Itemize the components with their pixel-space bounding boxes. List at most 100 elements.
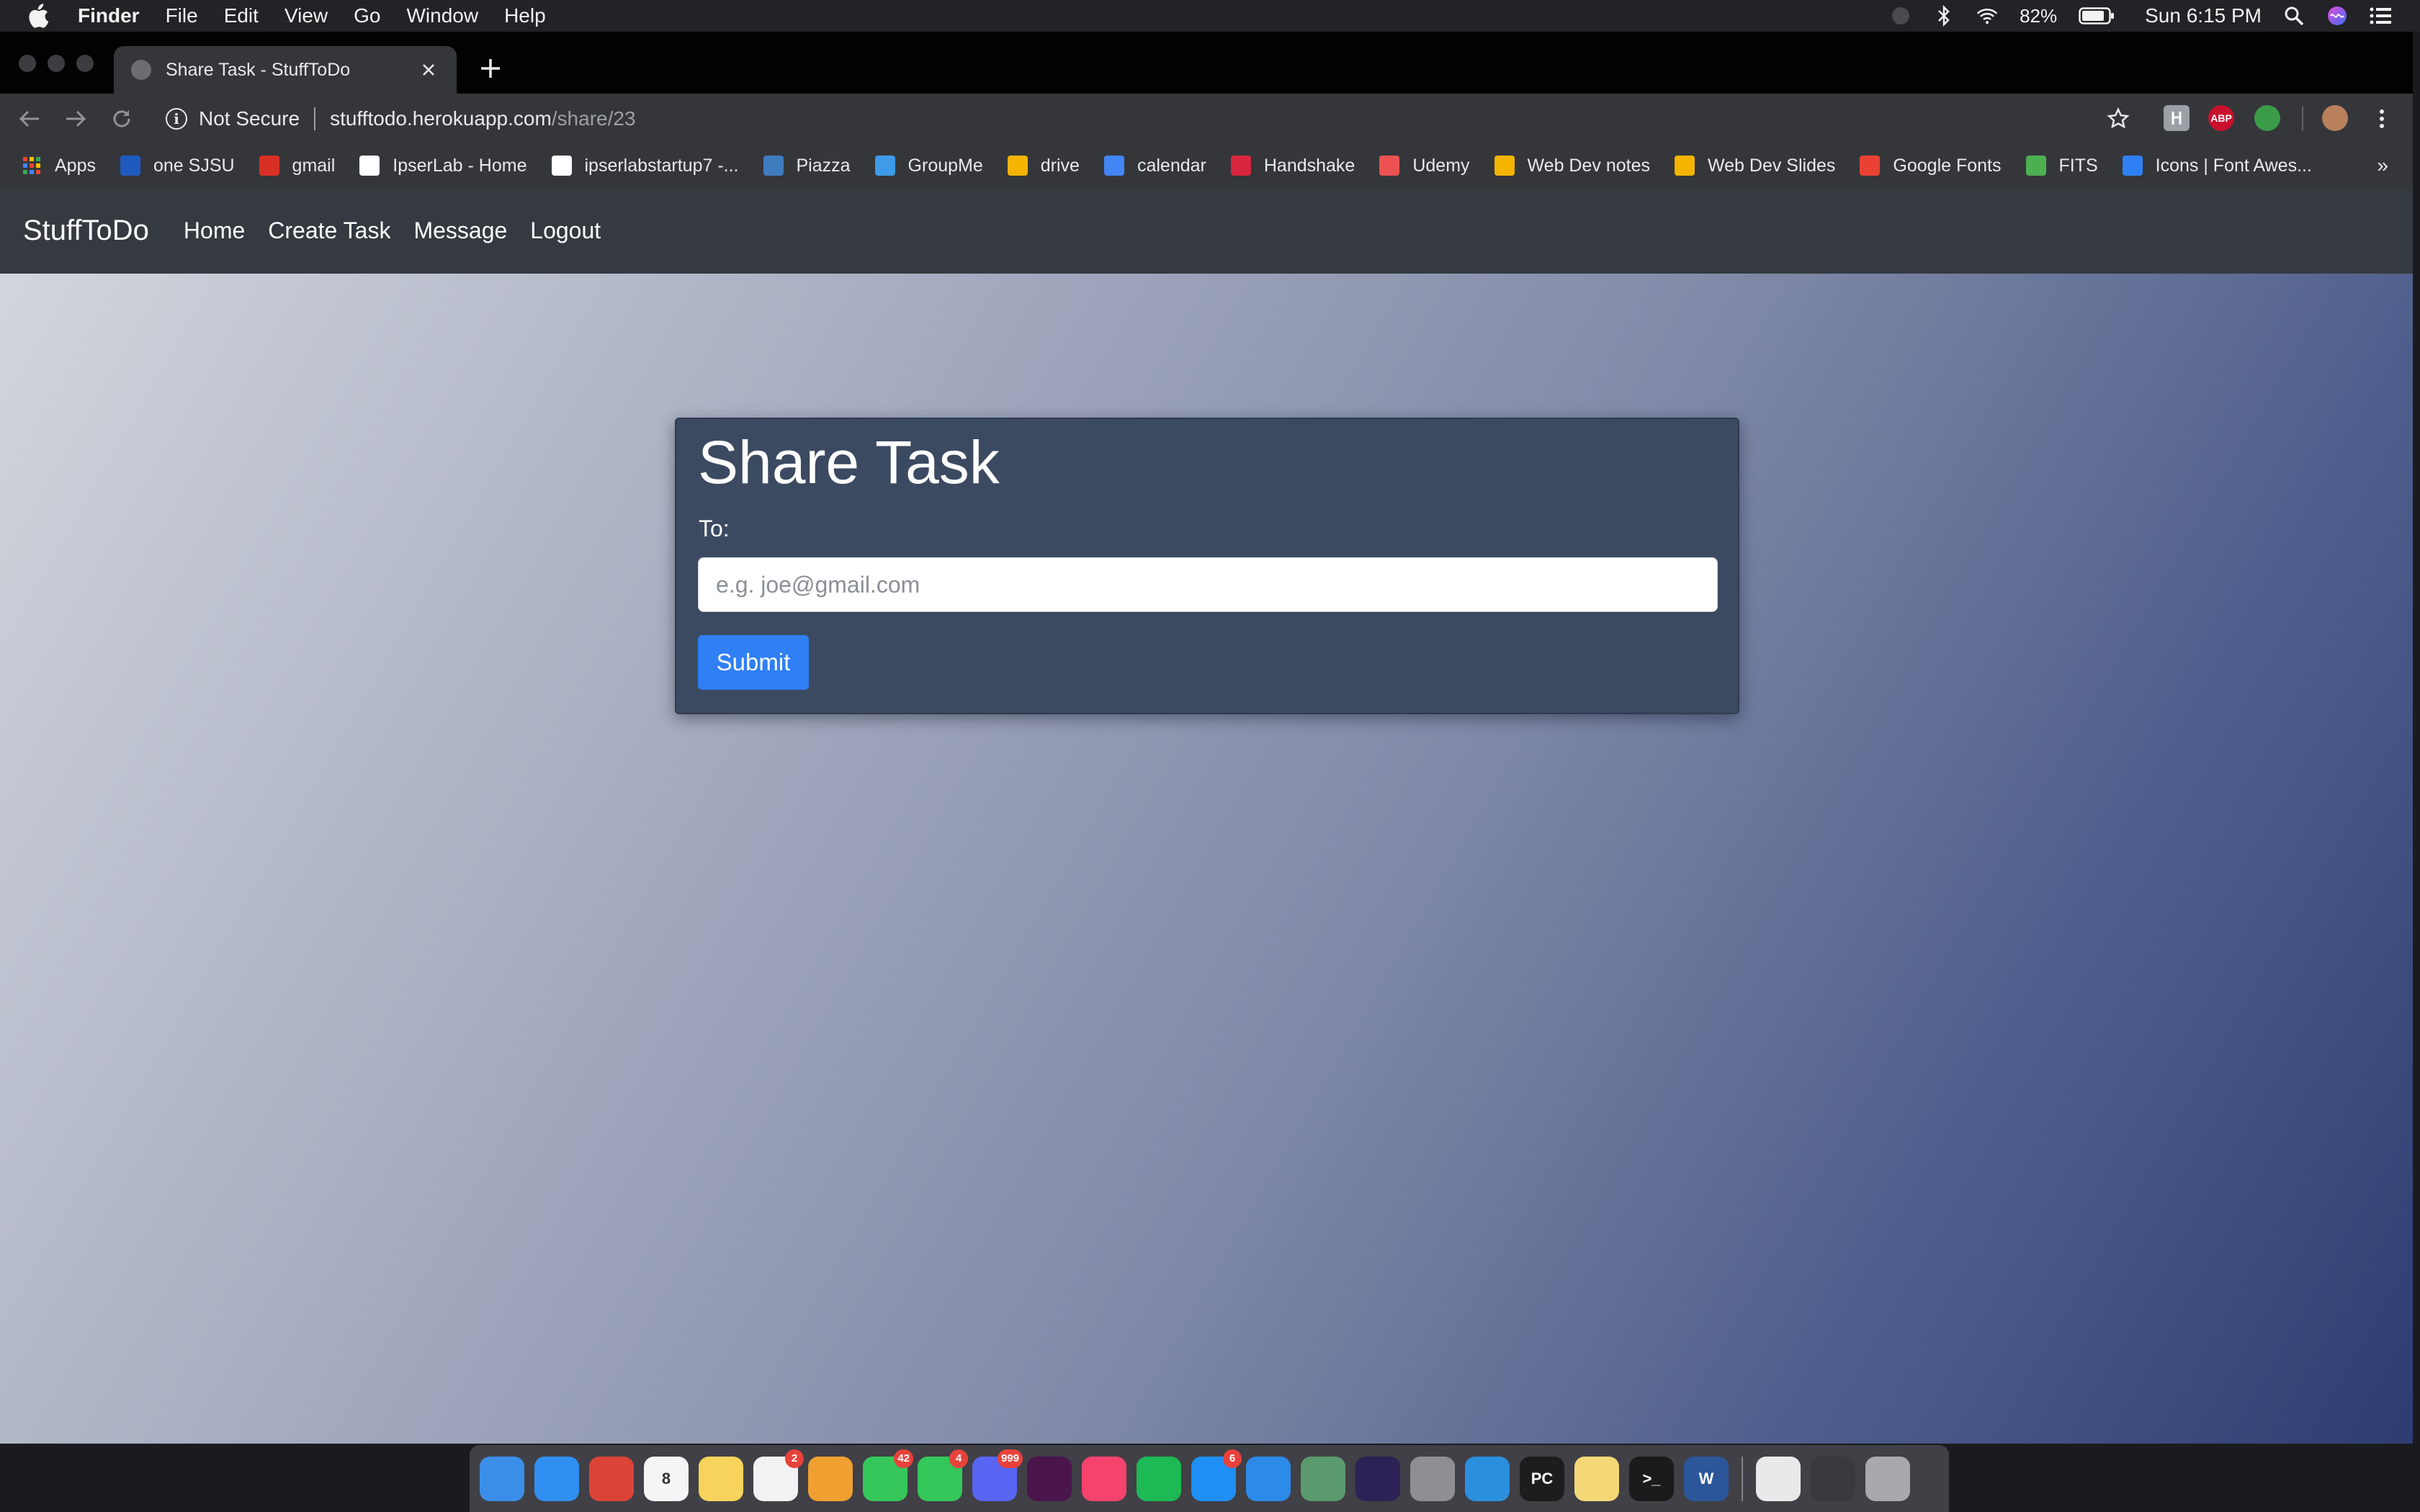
window-minimize-button[interactable] [48,55,65,72]
menu-file[interactable]: File [166,4,198,27]
siri-icon[interactable] [2326,5,2348,27]
menu-window[interactable]: Window [406,4,478,27]
toolbar-divider [2302,107,2303,131]
bookmark-star-icon[interactable] [2106,107,2130,131]
bookmark-9[interactable]: Handshake [1230,155,1355,176]
bookmark-12[interactable]: Web Dev Slides [1675,156,1835,176]
bookmark-label: Udemy [1412,155,1470,176]
window-close-button[interactable] [19,55,36,72]
nav-home[interactable]: Home [184,217,245,244]
nav-logout[interactable]: Logout [530,217,601,244]
trash-icon[interactable] [1865,1456,1910,1501]
bookmark-label: one SJSU [153,155,235,176]
bookmark-label: IpserLab - Home [393,155,527,176]
new-tab-button[interactable] [478,58,503,82]
apple-icon[interactable] [27,3,53,29]
browser-tab-active[interactable]: Share Task - StuffToDo [114,46,457,94]
bookmark-8[interactable]: calendar [1103,156,1206,176]
bookmark-13[interactable]: Google Fonts [1860,155,2002,176]
bookmark-label: Web Dev notes [1527,155,1650,176]
bookmark-15[interactable]: Icons | Font Awes... [2122,156,2312,176]
nav-create-task[interactable]: Create Task [268,217,390,244]
menu-app-name[interactable]: Finder [78,4,140,27]
menubar-clock[interactable]: Sun 6:15 PM [2145,4,2262,27]
bookmark-14[interactable]: FITS [2025,156,2098,176]
vscode-icon[interactable] [1465,1456,1510,1501]
notification-center-icon[interactable] [2370,5,2391,27]
reload-icon[interactable] [109,107,134,131]
nav-message[interactable]: Message [413,217,507,244]
bookmark-label: gmail [292,155,336,176]
atom-icon[interactable] [1301,1456,1345,1501]
address-bar[interactable]: i Not Secure stufftodo.herokuapp.com/sha… [166,102,636,135]
more-menu-icon[interactable] [2370,107,2394,131]
back-arrow-icon[interactable] [17,107,42,131]
bookmark-1[interactable]: one SJSU [120,156,235,176]
bookmark-label: Apps [55,155,96,176]
forward-arrow-icon[interactable] [63,107,88,131]
itunes-icon[interactable] [1082,1456,1126,1501]
bookmark-7[interactable]: drive [1007,156,1080,176]
profile-avatar[interactable] [2322,105,2348,131]
bookmarks-overflow-icon[interactable]: » [2377,154,2388,177]
reminders-icon[interactable]: 2 [753,1449,804,1501]
extension-green-icon[interactable] [2254,105,2280,131]
system-preferences-icon[interactable] [1410,1456,1455,1501]
to-label: To: [699,516,730,541]
app-store-icon[interactable]: 6 [1191,1449,1242,1501]
wifi-icon[interactable] [1976,5,1998,27]
bookmark-10[interactable]: Udemy [1379,155,1470,176]
slack-icon[interactable] [1027,1456,1072,1501]
globe-icon [131,60,151,80]
siri-bubble-icon[interactable] [1890,5,1912,27]
bookmark-6[interactable]: GroupMe [874,155,983,176]
photos-icon[interactable] [808,1456,853,1501]
notes-icon[interactable] [699,1456,743,1501]
adblock-plus-icon[interactable]: ABP [2208,105,2234,131]
bookmark-5[interactable]: Piazza [763,156,851,176]
menu-view[interactable]: View [284,4,328,27]
site-brand[interactable]: StuffToDo [23,215,149,247]
fits-icon [2025,156,2046,176]
stickies-icon[interactable] [1574,1456,1619,1501]
bookmark-label: Handshake [1263,155,1355,176]
bookmark-label: GroupMe [908,155,983,176]
terminal-icon[interactable]: >_ [1629,1456,1674,1501]
bookmark-11[interactable]: Web Dev notes [1494,156,1650,176]
eclipse-icon[interactable] [1355,1456,1400,1501]
bookmark-3[interactable]: IpserLab - Home [359,155,527,176]
word-icon[interactable]: W [1684,1456,1729,1501]
window-zoom-button[interactable] [76,55,94,72]
pycharm-icon[interactable]: PC [1520,1456,1564,1501]
xcode-icon[interactable] [1246,1456,1291,1501]
email-input[interactable] [698,557,1718,612]
extension-grey-icon[interactable] [2164,105,2190,131]
notification-badge: 6 [1223,1449,1242,1468]
calendar-app-icon[interactable]: 8 [644,1456,689,1501]
submit-button[interactable]: Submit [698,635,809,690]
menu-help[interactable]: Help [504,4,546,27]
battery-icon[interactable] [2079,5,2115,27]
bluetooth-icon[interactable] [1933,5,1955,27]
info-icon[interactable]: i [166,108,187,130]
safari-icon[interactable] [534,1456,579,1501]
finder-icon[interactable] [480,1456,524,1501]
menu-go[interactable]: Go [354,4,380,27]
chrome-icon[interactable] [589,1456,634,1501]
menu-edit[interactable]: Edit [224,4,259,27]
facetime-icon[interactable]: 4 [918,1449,968,1501]
spotlight-icon[interactable] [2283,5,2305,27]
security-label[interactable]: Not Secure [199,107,300,130]
bookmark-label: Google Fonts [1893,155,2002,176]
bookmark-2[interactable]: gmail [259,155,336,176]
spotify-icon[interactable] [1137,1456,1181,1501]
bookmark-4[interactable]: ipserlabstartup7 -... [551,156,739,176]
dock-icon-text: PC [1531,1469,1554,1488]
bookmark-0[interactable]: Apps [22,156,96,176]
documents-stack-icon[interactable] [1756,1456,1801,1501]
discord-icon[interactable]: 999 [972,1449,1023,1501]
messages-icon[interactable]: 42 [863,1449,913,1501]
screenshots-stack-icon[interactable] [1811,1456,1855,1501]
dock-divider [1742,1456,1743,1501]
tab-close-icon[interactable] [418,59,439,81]
